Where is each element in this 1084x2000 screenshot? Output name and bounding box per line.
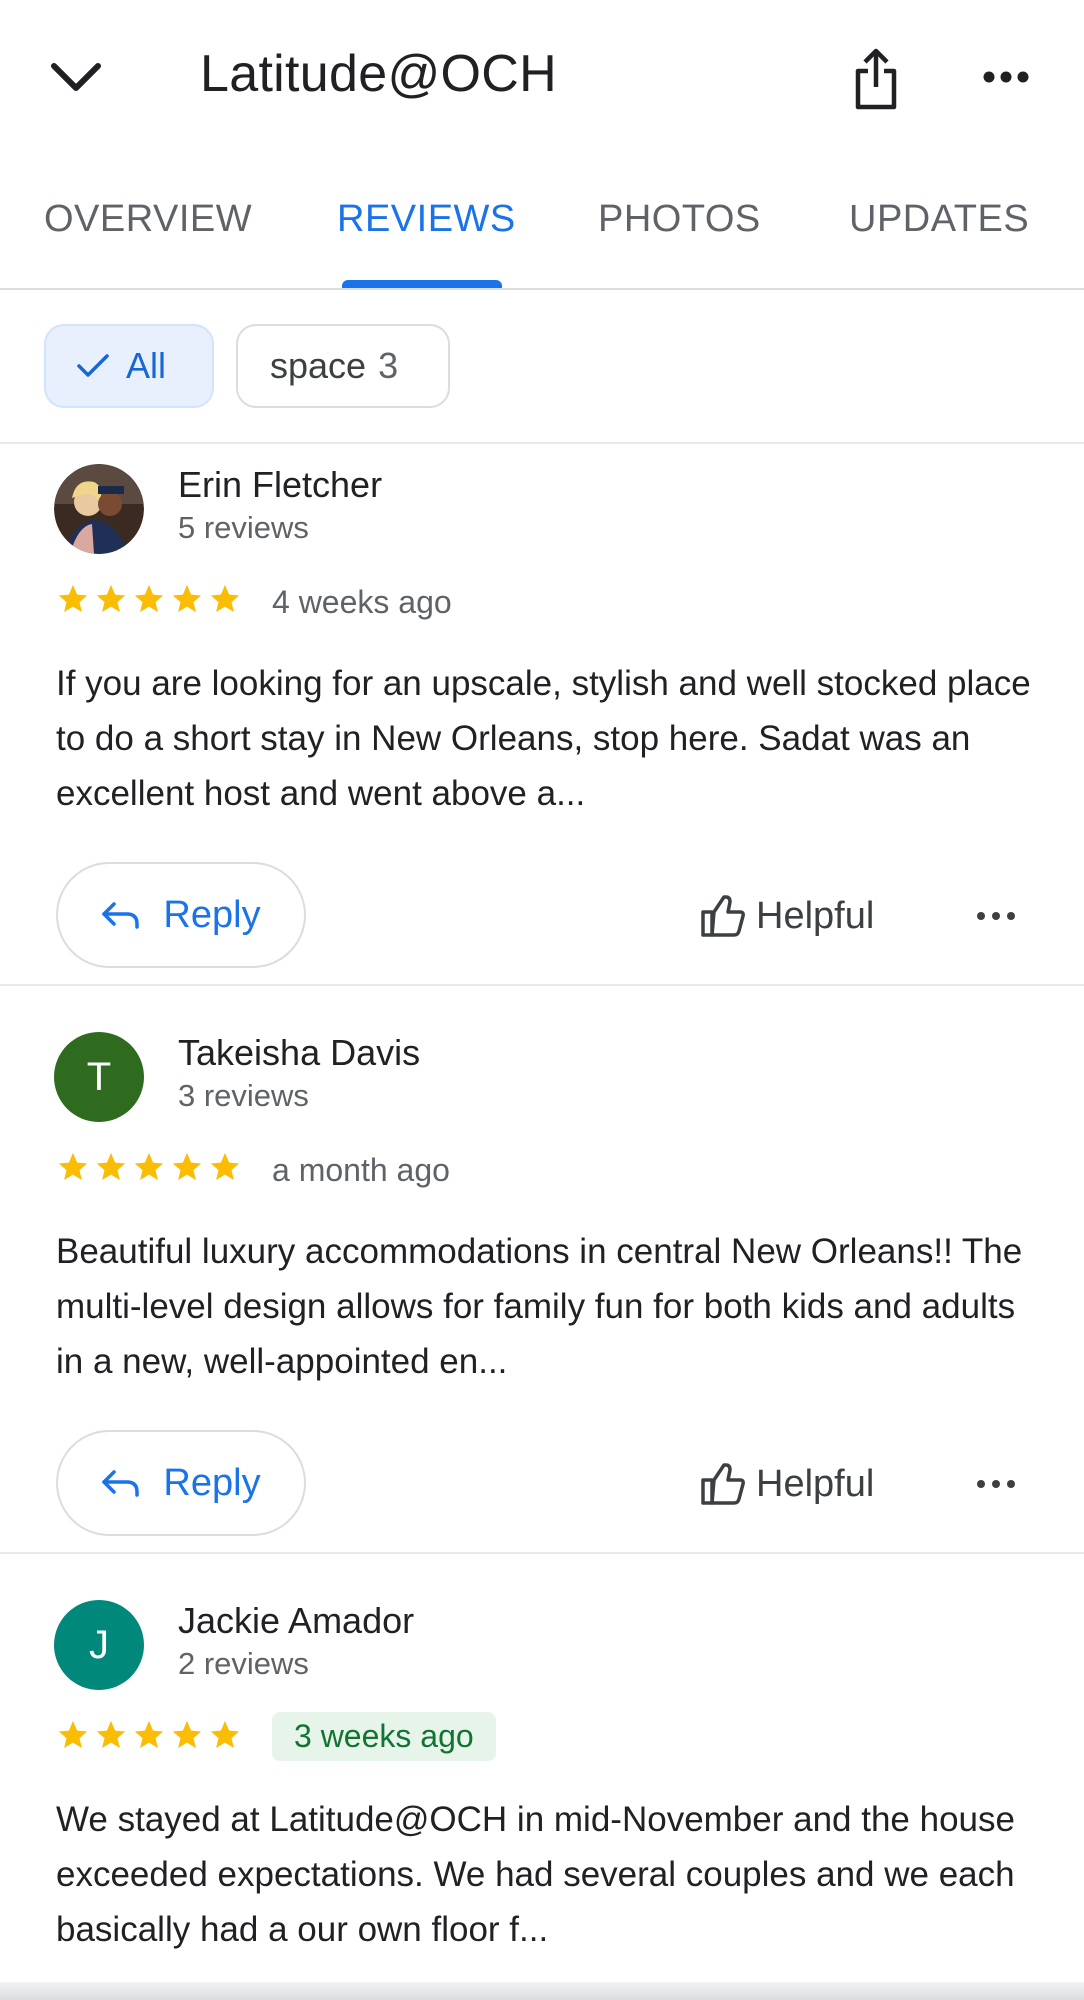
review-date-new-badge: 3 weeks ago bbox=[272, 1712, 496, 1761]
reply-label: Reply bbox=[163, 893, 261, 936]
star-icon bbox=[58, 1720, 88, 1749]
avatar-initial: J bbox=[89, 1622, 109, 1667]
star-icon bbox=[172, 584, 202, 613]
check-icon bbox=[77, 354, 109, 377]
more-options-button[interactable] bbox=[978, 62, 1034, 92]
avatar-initial: T bbox=[86, 1054, 112, 1099]
more-horiz-icon bbox=[977, 912, 1015, 920]
tab-reviews[interactable]: REVIEWS bbox=[337, 198, 516, 241]
helpful-button[interactable]: Helpful bbox=[700, 1454, 874, 1514]
reply-button[interactable]: Reply bbox=[56, 862, 306, 968]
more-horiz-icon bbox=[983, 71, 1029, 83]
tab-bar: OVERVIEW REVIEWS PHOTOS UPDATES bbox=[0, 180, 1084, 290]
reviewer-review-count: 2 reviews bbox=[178, 1646, 309, 1681]
helpful-button[interactable]: Helpful bbox=[700, 886, 874, 946]
star-icon bbox=[96, 1152, 126, 1181]
tab-overview[interactable]: OVERVIEW bbox=[44, 198, 252, 241]
star-icon bbox=[134, 1720, 164, 1749]
reviewer-name[interactable]: Jackie Amador bbox=[178, 1600, 414, 1642]
tab-photos[interactable]: PHOTOS bbox=[598, 198, 761, 241]
star-icon bbox=[172, 1720, 202, 1749]
thumb-up-icon bbox=[701, 1463, 745, 1505]
divider bbox=[0, 1552, 1084, 1554]
review-date: 4 weeks ago bbox=[272, 584, 452, 620]
share-icon bbox=[855, 48, 897, 110]
reply-button[interactable]: Reply bbox=[56, 1430, 306, 1536]
star-rating bbox=[56, 582, 242, 616]
star-rating bbox=[56, 1150, 242, 1184]
review-card: J Jackie Amador 2 reviews 3 weeks ago We… bbox=[0, 1580, 1084, 1982]
reply-label: Reply bbox=[163, 1461, 261, 1504]
review-date: a month ago bbox=[272, 1152, 450, 1188]
chevron-down-icon bbox=[51, 63, 101, 91]
active-tab-indicator bbox=[342, 280, 502, 288]
star-icon bbox=[210, 584, 240, 613]
star-icon bbox=[134, 584, 164, 613]
star-rating bbox=[56, 1718, 242, 1752]
reply-icon bbox=[102, 902, 140, 929]
top-app-bar: Latitude@OCH bbox=[0, 0, 1084, 150]
avatar[interactable] bbox=[54, 464, 144, 554]
star-icon bbox=[172, 1152, 202, 1181]
filter-chip-space-label: space bbox=[270, 345, 367, 386]
review-text[interactable]: If you are looking for an upscale, styli… bbox=[56, 656, 1036, 821]
place-title: Latitude@OCH bbox=[200, 45, 557, 103]
star-icon bbox=[134, 1152, 164, 1181]
star-icon bbox=[96, 584, 126, 613]
bottom-edge bbox=[0, 1982, 1084, 2000]
divider bbox=[0, 984, 1084, 986]
more-horiz-icon bbox=[977, 1480, 1015, 1488]
review-more-button[interactable] bbox=[972, 1464, 1020, 1504]
review-text[interactable]: We stayed at Latitude@OCH in mid-Novembe… bbox=[56, 1792, 1036, 1957]
helpful-label: Helpful bbox=[756, 894, 875, 937]
star-icon bbox=[210, 1720, 240, 1749]
star-icon bbox=[58, 1152, 88, 1181]
review-card: T Takeisha Davis 3 reviews a month ago B… bbox=[0, 1012, 1084, 1552]
review-text[interactable]: Beautiful luxury accommodations in centr… bbox=[56, 1224, 1036, 1389]
star-icon bbox=[210, 1152, 240, 1181]
avatar[interactable]: J bbox=[54, 1600, 144, 1690]
reviewer-name[interactable]: Takeisha Davis bbox=[178, 1032, 420, 1074]
filter-chip-all-label: All bbox=[126, 345, 167, 386]
tab-updates[interactable]: UPDATES bbox=[849, 198, 1029, 241]
review-more-button[interactable] bbox=[972, 896, 1020, 936]
helpful-label: Helpful bbox=[756, 1462, 875, 1505]
avatar[interactable]: T bbox=[54, 1032, 144, 1122]
review-card: Erin Fletcher 5 reviews 4 weeks ago If y… bbox=[0, 444, 1084, 984]
reviewer-name[interactable]: Erin Fletcher bbox=[178, 464, 382, 506]
share-button[interactable] bbox=[848, 44, 904, 114]
thumb-up-icon bbox=[701, 895, 745, 937]
profile-photo-icon bbox=[54, 464, 144, 554]
filter-chip-space[interactable]: space 3 bbox=[236, 324, 450, 408]
star-icon bbox=[58, 584, 88, 613]
filter-chips: All space 3 bbox=[0, 290, 1084, 444]
star-icon bbox=[96, 1720, 126, 1749]
collapse-button[interactable] bbox=[44, 52, 108, 102]
reviewer-review-count: 3 reviews bbox=[178, 1078, 309, 1113]
filter-chip-all[interactable]: All bbox=[44, 324, 214, 408]
reviewer-review-count: 5 reviews bbox=[178, 510, 309, 545]
reply-icon bbox=[102, 1470, 140, 1497]
filter-chip-space-count: 3 bbox=[378, 345, 399, 386]
